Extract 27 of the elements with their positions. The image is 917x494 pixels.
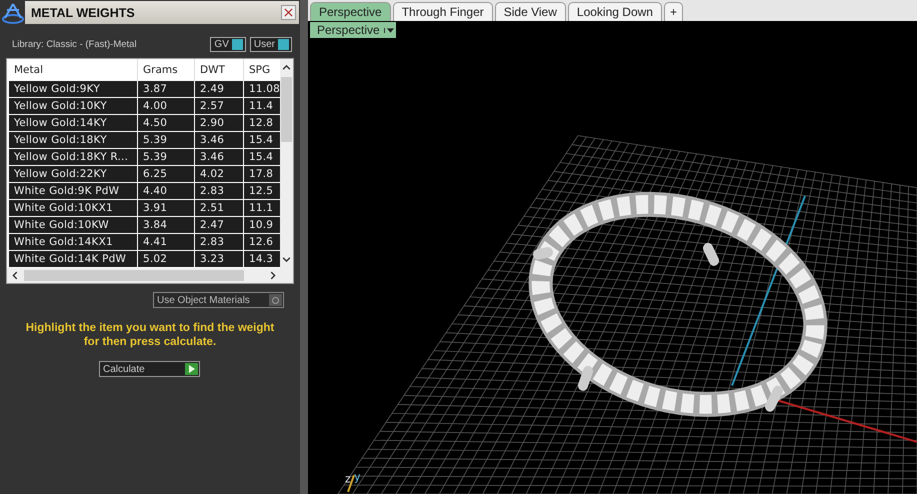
scroll-right-icon[interactable] <box>270 271 277 280</box>
3d-viewport[interactable]: Perspective z y <box>308 21 917 494</box>
library-label: Library: Classic - (Fast)-Metal <box>12 39 137 50</box>
close-button[interactable] <box>281 5 296 20</box>
add-tab-button[interactable]: + <box>664 2 683 21</box>
scroll-left-icon[interactable] <box>11 271 18 280</box>
vertical-scrollbar[interactable] <box>280 59 293 268</box>
calculate-button[interactable]: Calculate <box>99 361 200 377</box>
view-tab[interactable]: Perspective <box>310 2 391 21</box>
horizontal-scrollbar[interactable] <box>7 268 293 283</box>
view-tab[interactable]: Side View <box>494 2 566 21</box>
scale-logo-icon <box>1 2 25 24</box>
axis-label: y <box>354 470 360 484</box>
scroll-up-icon[interactable] <box>282 63 291 71</box>
scroll-down-icon[interactable] <box>282 256 291 264</box>
dropdown-caret-icon[interactable] <box>386 28 394 32</box>
close-icon[interactable] <box>284 8 293 17</box>
panel-title: METAL WEIGHTS <box>31 6 135 20</box>
view-tab[interactable]: Through Finger <box>392 2 493 21</box>
use-object-materials-toggle[interactable]: Use Object Materials <box>153 292 284 308</box>
toggle-button[interactable]: GV <box>210 37 246 52</box>
toggle-button[interactable]: User <box>250 37 292 52</box>
view-tab[interactable]: Looking Down <box>568 2 662 21</box>
view-dropdown[interactable]: Perspective <box>310 22 396 38</box>
play-icon[interactable] <box>188 365 194 373</box>
axis-label: z <box>345 472 351 486</box>
instruction-text: Highlight the item you want to find the weight for then press calculate. <box>24 321 276 349</box>
